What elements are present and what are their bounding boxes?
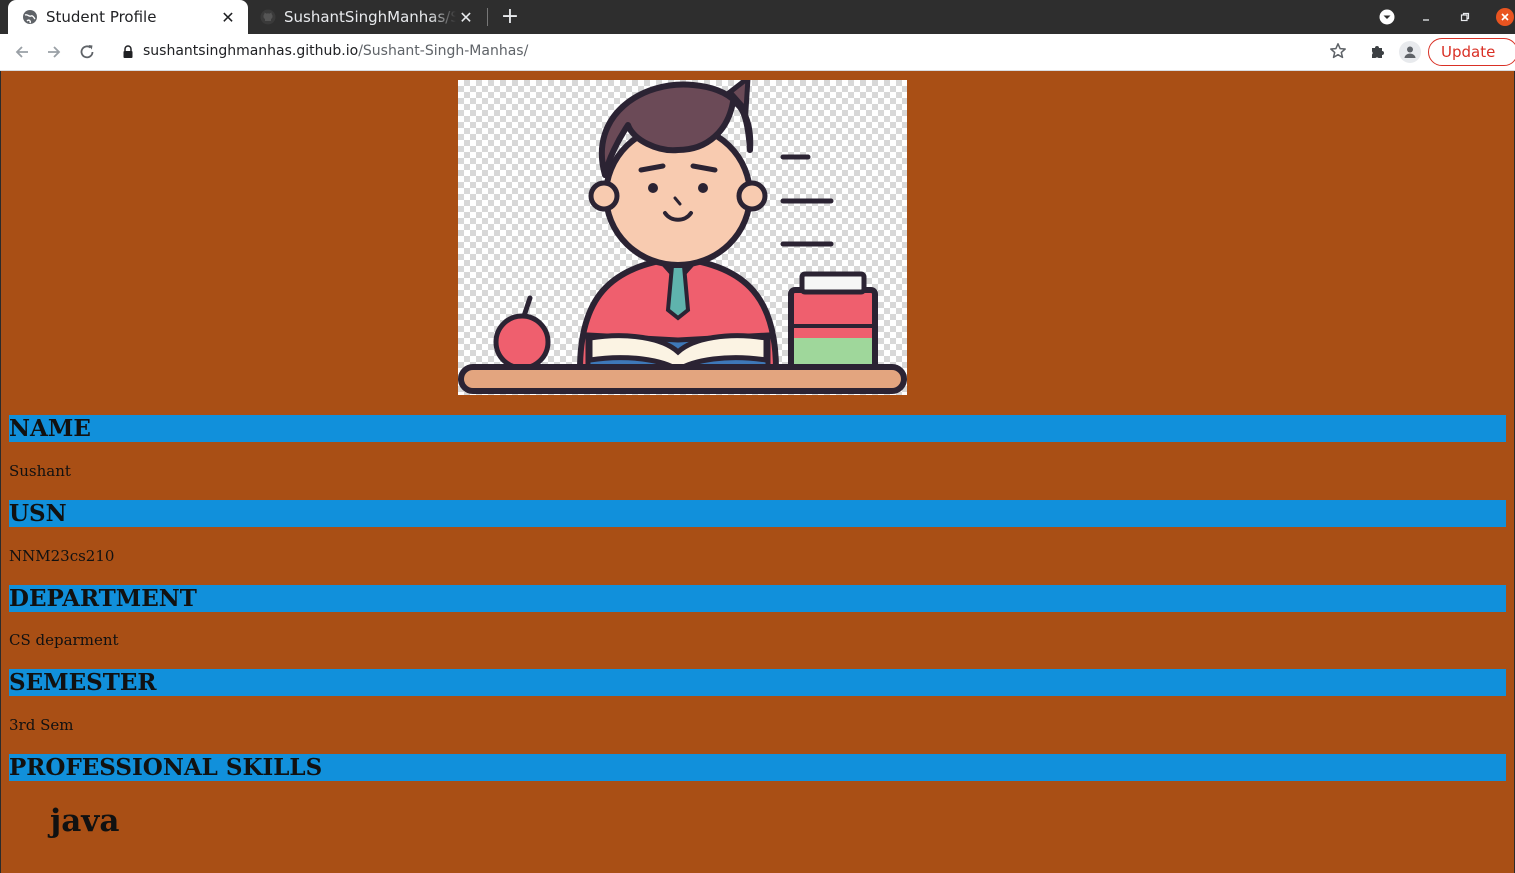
student-icon — [458, 72, 907, 394]
reload-icon — [80, 45, 94, 59]
tab-separator — [487, 8, 488, 26]
section-value-usn: NNM23cs210 — [9, 547, 115, 565]
reload-button[interactable] — [77, 42, 97, 62]
tab-close-icon[interactable]: ✕ — [456, 8, 476, 27]
tab-strip: Student Profile ✕ SushantSinghManhas/Sus… — [0, 0, 1515, 34]
page-content: NAME Sushant USN NNM23cs210 DEPARTMENT C… — [1, 71, 1514, 873]
restore-button[interactable] — [1456, 8, 1474, 26]
forward-button[interactable] — [44, 42, 64, 62]
profile-button[interactable] — [1399, 41, 1421, 63]
github-icon — [260, 9, 276, 25]
tab-search-icon — [1379, 9, 1395, 25]
tab-github-repo[interactable]: SushantSinghManhas/Sushant-Singh-Manhas … — [252, 0, 486, 34]
forward-arrow-icon — [48, 46, 61, 58]
tab-student-profile[interactable]: Student Profile ✕ — [8, 0, 248, 34]
close-window-button[interactable] — [1496, 8, 1514, 26]
skill-item: java — [50, 803, 120, 839]
minimize-icon — [1423, 19, 1429, 21]
restore-icon — [1460, 12, 1470, 22]
update-button[interactable]: Update ⋮ — [1428, 38, 1515, 66]
new-tab-button[interactable]: + — [498, 4, 522, 30]
address-bar[interactable]: sushantsinghmanhas.github.io/Sushant-Sin… — [108, 37, 1358, 67]
url-host: sushantsinghmanhas.github.io — [143, 43, 359, 59]
back-button[interactable] — [12, 42, 32, 62]
section-value-department: CS deparment — [9, 631, 119, 649]
section-heading-department: DEPARTMENT — [9, 585, 1506, 612]
tab-close-icon[interactable]: ✕ — [218, 8, 238, 27]
globe-icon — [23, 10, 37, 24]
section-heading-skills: PROFESSIONAL SKILLS — [9, 754, 1506, 781]
profile-icon — [1404, 46, 1416, 58]
section-heading-name: NAME — [9, 415, 1506, 442]
section-heading-usn: USN — [9, 500, 1506, 527]
browser-toolbar: sushantsinghmanhas.github.io/Sushant-Sin… — [0, 34, 1515, 71]
url-path: /Sushant-Singh-Manhas/ — [358, 43, 529, 59]
close-window-icon — [1496, 8, 1514, 26]
section-value-semester: 3rd Sem — [9, 716, 74, 734]
update-label: Update — [1441, 43, 1496, 61]
tab-search-button[interactable] — [1378, 8, 1396, 26]
section-value-name: Sushant — [9, 462, 71, 480]
tab-title: Student Profile — [46, 8, 157, 26]
star-icon[interactable] — [1329, 42, 1347, 60]
lock-icon — [123, 45, 133, 58]
minimize-button[interactable] — [1417, 8, 1435, 26]
back-arrow-icon — [15, 46, 28, 58]
extensions-icon[interactable] — [1369, 43, 1387, 61]
tab-title: SushantSinghManhas/Sushant-Singh-Manhas — [284, 8, 456, 26]
student-illustration — [458, 72, 907, 395]
url-text[interactable]: sushantsinghmanhas.github.io/Sushant-Sin… — [143, 43, 528, 59]
menu-dots-icon[interactable]: ⋮ — [1509, 43, 1515, 62]
section-heading-semester: SEMESTER — [9, 669, 1506, 696]
